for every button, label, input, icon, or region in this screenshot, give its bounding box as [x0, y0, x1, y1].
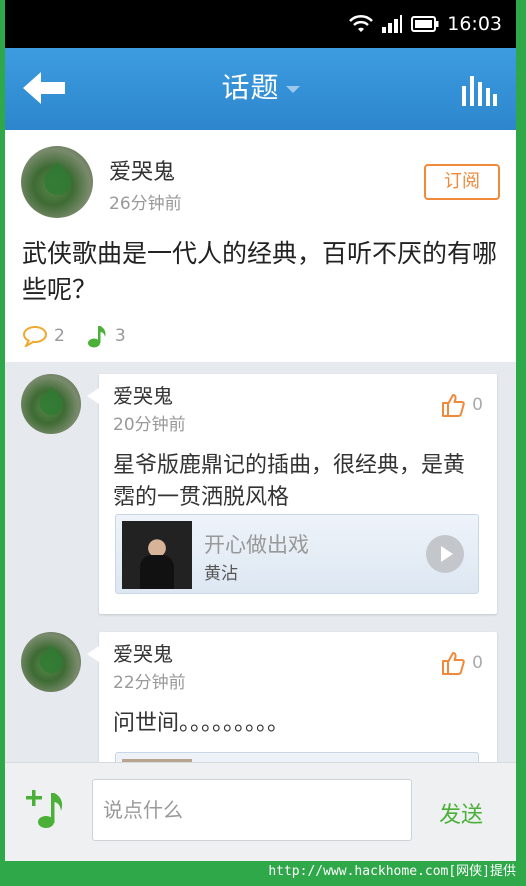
comment-time: 20分钟前 — [113, 415, 186, 435]
avatar[interactable] — [21, 632, 81, 692]
subscribe-button[interactable]: 订阅 — [424, 164, 500, 200]
thumbs-up-icon — [442, 652, 465, 675]
comment-username[interactable]: 爱哭鬼 — [113, 380, 173, 409]
bar-chart-icon — [462, 76, 497, 106]
avatar[interactable] — [21, 146, 93, 218]
like-button[interactable]: 0 — [440, 650, 483, 676]
message-input[interactable] — [92, 779, 412, 841]
avatar[interactable] — [21, 374, 81, 434]
stats-button[interactable] — [460, 72, 498, 108]
music-title: 开心做出戏 — [204, 533, 309, 557]
topic-username[interactable]: 爱哭鬼 — [109, 154, 175, 186]
comment-count: 2 — [54, 326, 65, 346]
app-bar: 话题 — [5, 48, 516, 130]
music-note-icon — [87, 326, 106, 348]
comment-text: 问世间。。。。。。。。。 — [113, 711, 290, 736]
music-count-button[interactable]: 3 — [87, 324, 126, 348]
status-bar: 16:03 — [5, 0, 516, 48]
add-music-button[interactable] — [25, 785, 71, 831]
comment-bubble-icon — [23, 326, 47, 347]
comment-bubble: 爱哭鬼 20分钟前 0 星爷版鹿鼎记的插曲，很经典，是黄霑的一贯洒脱风格 开心做… — [87, 374, 497, 614]
signal-icon — [382, 15, 403, 33]
comment-count-button[interactable]: 2 — [22, 325, 65, 347]
music-card[interactable]: 开心做出戏 黄沾 — [115, 514, 479, 594]
topic-text: 武侠歌曲是一代人的经典，百听不厌的有哪些呢？ — [22, 239, 498, 304]
music-thumbnail — [122, 521, 192, 589]
input-bar: 发送 — [5, 762, 516, 861]
watermark-text: http://www.hackhome.com[网侠]提供 — [0, 861, 526, 886]
page-title[interactable]: 话题 — [5, 66, 516, 106]
thumbs-up-icon — [442, 394, 465, 417]
wifi-icon — [349, 14, 374, 32]
play-icon[interactable] — [426, 535, 464, 573]
like-count: 0 — [472, 653, 483, 673]
music-count: 3 — [114, 326, 126, 346]
add-music-icon — [26, 790, 63, 828]
like-button[interactable]: 0 — [440, 392, 483, 418]
status-time: 16:03 — [447, 13, 502, 35]
send-button[interactable]: 发送 — [439, 797, 483, 829]
comment-username[interactable]: 爱哭鬼 — [113, 638, 173, 667]
topic-card: 爱哭鬼 26分钟前 订阅 武侠歌曲是一代人的经典，百听不厌的有哪些呢？ 2 3 — [5, 130, 516, 362]
phone-screen: 16:03 话题 爱哭鬼 26分钟前 订阅 武侠歌曲是一代人的经典，百听不厌的有… — [5, 0, 516, 861]
comment-time: 22分钟前 — [113, 673, 186, 693]
music-artist: 黄沾 — [204, 564, 238, 584]
comment-text: 星爷版鹿鼎记的插曲，很经典，是黄霑的一贯洒脱风格 — [113, 453, 466, 510]
battery-icon — [411, 16, 439, 32]
like-count: 0 — [472, 395, 483, 415]
topic-time: 26分钟前 — [109, 194, 182, 214]
chevron-down-icon — [285, 85, 300, 93]
topic-meta: 2 3 — [22, 324, 148, 348]
